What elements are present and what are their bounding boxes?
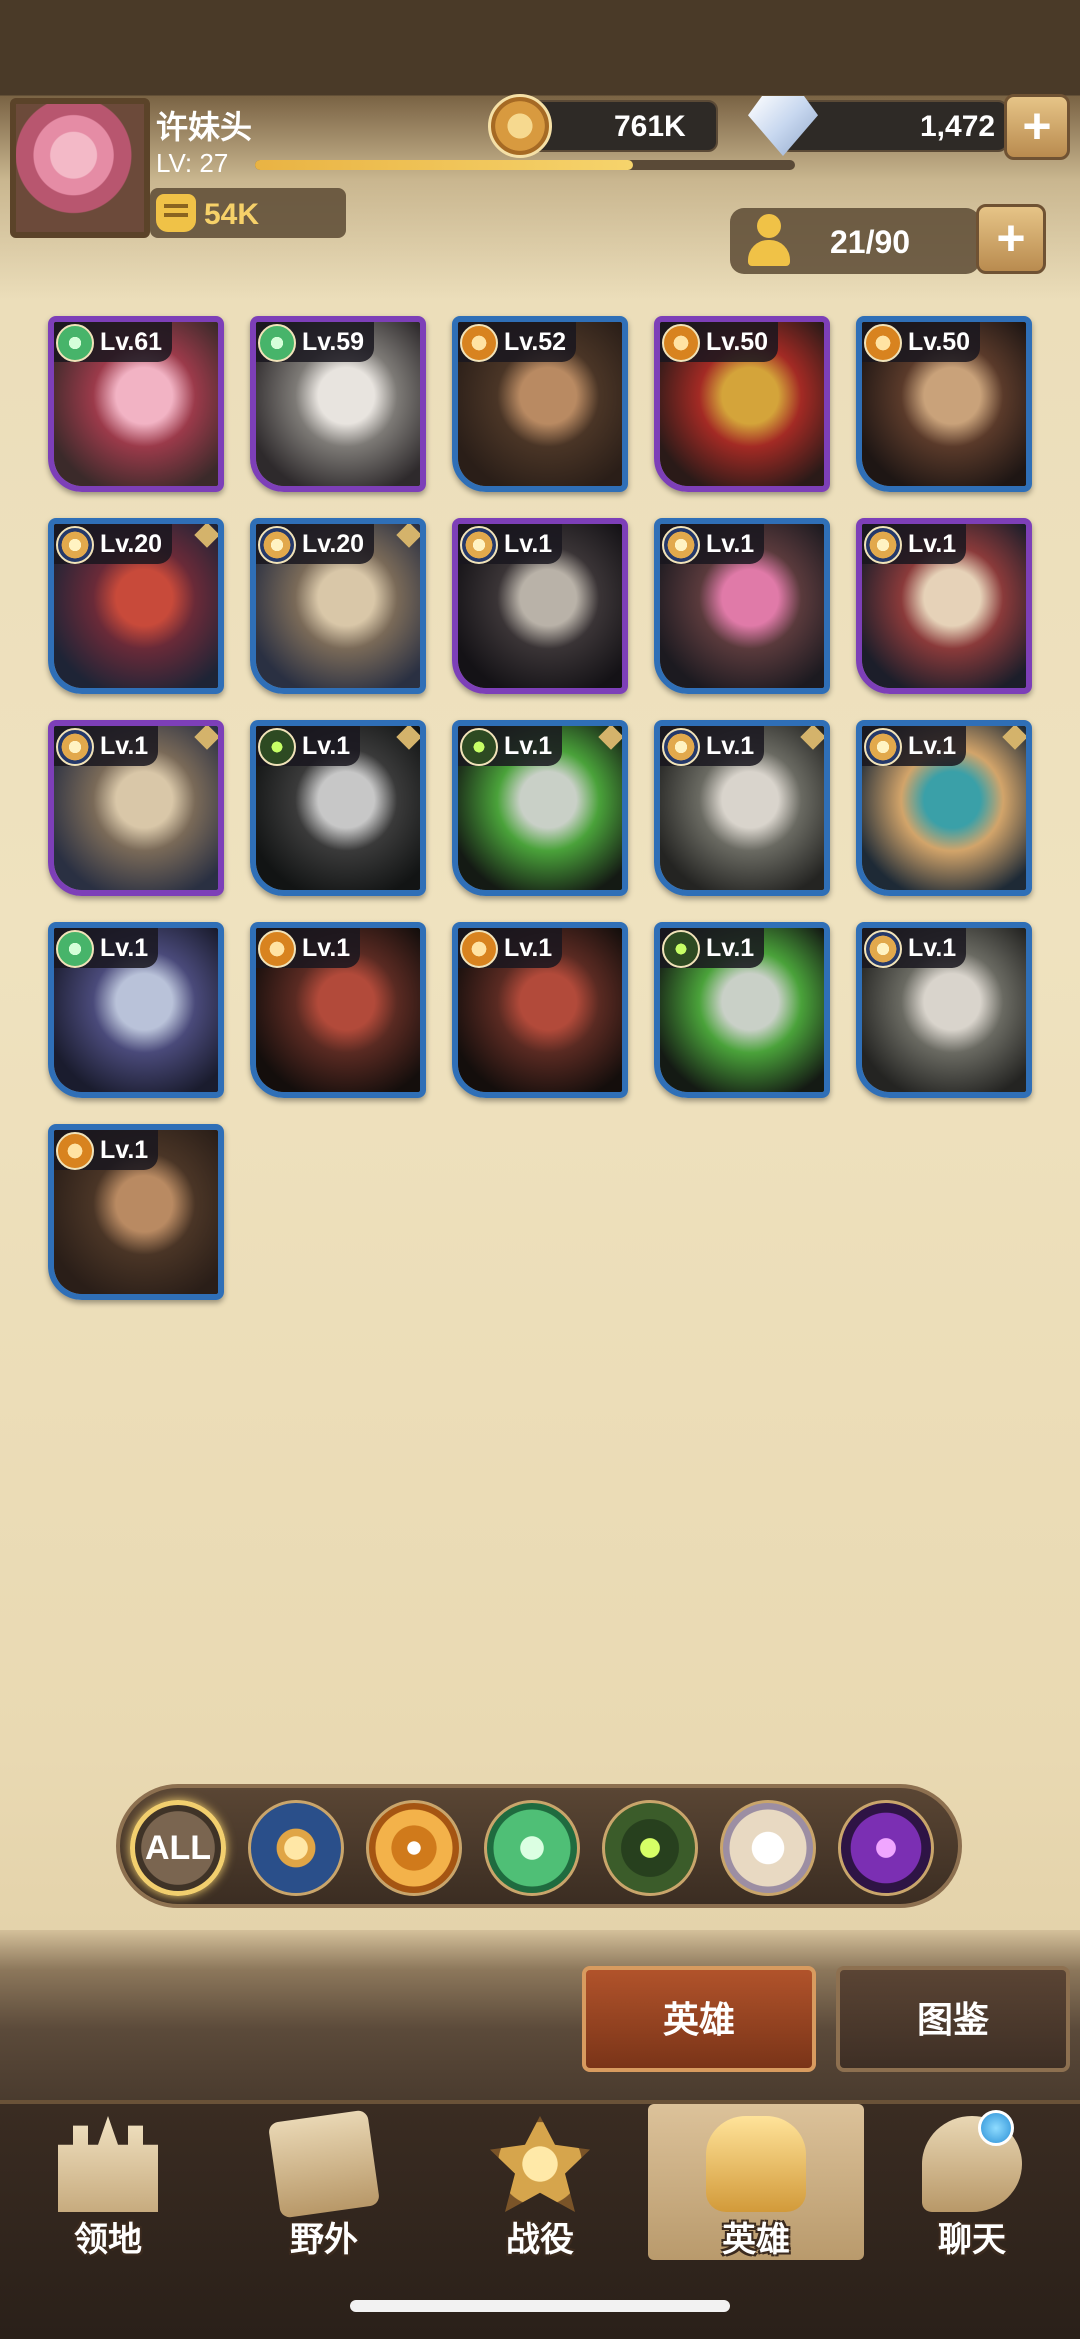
tab-codex[interactable]: 图鉴 xyxy=(836,1966,1070,2072)
hero-card[interactable]: Lv.1 xyxy=(452,518,628,694)
lightbearer-faction-icon xyxy=(662,526,700,564)
hero-card[interactable]: Lv.61 xyxy=(48,316,224,492)
gold-value: 761K xyxy=(614,110,686,143)
mauler-faction-icon xyxy=(460,324,498,362)
wilder-faction-icon xyxy=(56,930,94,968)
mauler-faction-icon xyxy=(460,930,498,968)
lightbearer-faction-icon xyxy=(460,526,498,564)
hero-card[interactable]: Lv.20 xyxy=(48,518,224,694)
mauler-faction-icon xyxy=(258,930,296,968)
hero-card[interactable]: Lv.1 xyxy=(250,922,426,1098)
lightbearer-faction-icon xyxy=(56,526,94,564)
battle-emblem-icon xyxy=(490,2116,590,2212)
lightbearer-faction-icon xyxy=(864,930,902,968)
fist-icon xyxy=(156,194,196,232)
nav-wild[interactable]: 野外 xyxy=(216,2104,432,2260)
power-display: 54K xyxy=(150,188,346,238)
filter-all-button[interactable]: ALL xyxy=(130,1800,226,1896)
home-indicator xyxy=(350,2300,730,2312)
hero-card[interactable]: Lv.1 xyxy=(48,1124,224,1300)
nav-wild-label: 野外 xyxy=(290,2221,358,2259)
roster-count-value: 21/90 xyxy=(830,224,911,260)
faction-filter-bar: ALL xyxy=(116,1784,962,1908)
hero-card[interactable]: Lv.1 xyxy=(654,720,830,896)
nav-territory[interactable]: 领地 xyxy=(0,2104,216,2260)
wilder-faction-icon xyxy=(56,324,94,362)
power-value: 54K xyxy=(204,198,260,231)
nav-campaign[interactable]: 战役 xyxy=(432,2104,648,2260)
mauler-faction-icon xyxy=(662,324,700,362)
add-diamonds-button[interactable]: + xyxy=(1004,94,1070,160)
filter-graveborn-icon[interactable] xyxy=(602,1800,698,1896)
graveborn-faction-icon xyxy=(460,728,498,766)
notification-dot xyxy=(978,2110,1014,2146)
person-icon xyxy=(744,214,794,268)
mauler-faction-icon xyxy=(56,1132,94,1170)
nav-territory-label: 领地 xyxy=(74,2221,142,2259)
hero-card[interactable]: Lv.1 xyxy=(250,720,426,896)
wilder-faction-icon xyxy=(258,324,296,362)
nav-campaign-label: 战役 xyxy=(506,2221,574,2259)
nav-chat-label: 聊天 xyxy=(938,2221,1006,2259)
graveborn-faction-icon xyxy=(662,930,700,968)
hero-card[interactable]: Lv.1 xyxy=(856,922,1032,1098)
hero-card[interactable]: Lv.1 xyxy=(654,922,830,1098)
hero-card[interactable]: Lv.1 xyxy=(48,720,224,896)
hero-card[interactable]: Lv.1 xyxy=(48,922,224,1098)
hero-card[interactable]: Lv.50 xyxy=(856,316,1032,492)
filter-lightbearer-icon[interactable] xyxy=(248,1800,344,1896)
mauler-faction-icon xyxy=(864,324,902,362)
helmet-icon xyxy=(706,2116,806,2212)
nav-heroes-label: 英雄 xyxy=(722,2221,790,2259)
diamond-value: 1,472 xyxy=(920,110,996,143)
player-name: 许妹头 xyxy=(156,109,253,145)
hero-card[interactable]: Lv.1 xyxy=(856,518,1032,694)
xp-bar xyxy=(255,160,795,170)
hero-card[interactable]: Lv.50 xyxy=(654,316,830,492)
hero-card[interactable]: Lv.1 xyxy=(452,922,628,1098)
hero-card[interactable]: Lv.59 xyxy=(250,316,426,492)
gold-coin-icon xyxy=(488,94,552,158)
nav-heroes[interactable]: 英雄 xyxy=(648,2104,864,2260)
hero-roster-count: 21/90 xyxy=(730,208,980,274)
filter-mauler-icon[interactable] xyxy=(366,1800,462,1896)
hero-card[interactable]: Lv.20 xyxy=(250,518,426,694)
lightbearer-faction-icon xyxy=(662,728,700,766)
hero-card[interactable]: Lv.1 xyxy=(856,720,1032,896)
nav-chat[interactable]: 聊天 xyxy=(864,2104,1080,2260)
lightbearer-faction-icon xyxy=(56,728,94,766)
expand-roster-button[interactable]: + xyxy=(976,204,1046,274)
hero-card[interactable]: Lv.52 xyxy=(452,316,628,492)
hero-card[interactable]: Lv.1 xyxy=(452,720,628,896)
filter-wilder-icon[interactable] xyxy=(484,1800,580,1896)
player-avatar[interactable] xyxy=(10,98,150,238)
xp-bar-fill xyxy=(255,160,633,170)
graveborn-faction-icon xyxy=(258,728,296,766)
player-level: LV: 27 xyxy=(156,148,229,178)
lightbearer-faction-icon xyxy=(864,728,902,766)
lightbearer-faction-icon xyxy=(864,526,902,564)
castle-icon xyxy=(58,2116,158,2212)
tab-heroes[interactable]: 英雄 xyxy=(582,1966,816,2072)
map-scroll-icon xyxy=(267,2109,381,2219)
lightbearer-faction-icon xyxy=(258,526,296,564)
filter-hypogean-icon[interactable] xyxy=(838,1800,934,1896)
filter-celestial-icon[interactable] xyxy=(720,1800,816,1896)
hero-card[interactable]: Lv.1 xyxy=(654,518,830,694)
